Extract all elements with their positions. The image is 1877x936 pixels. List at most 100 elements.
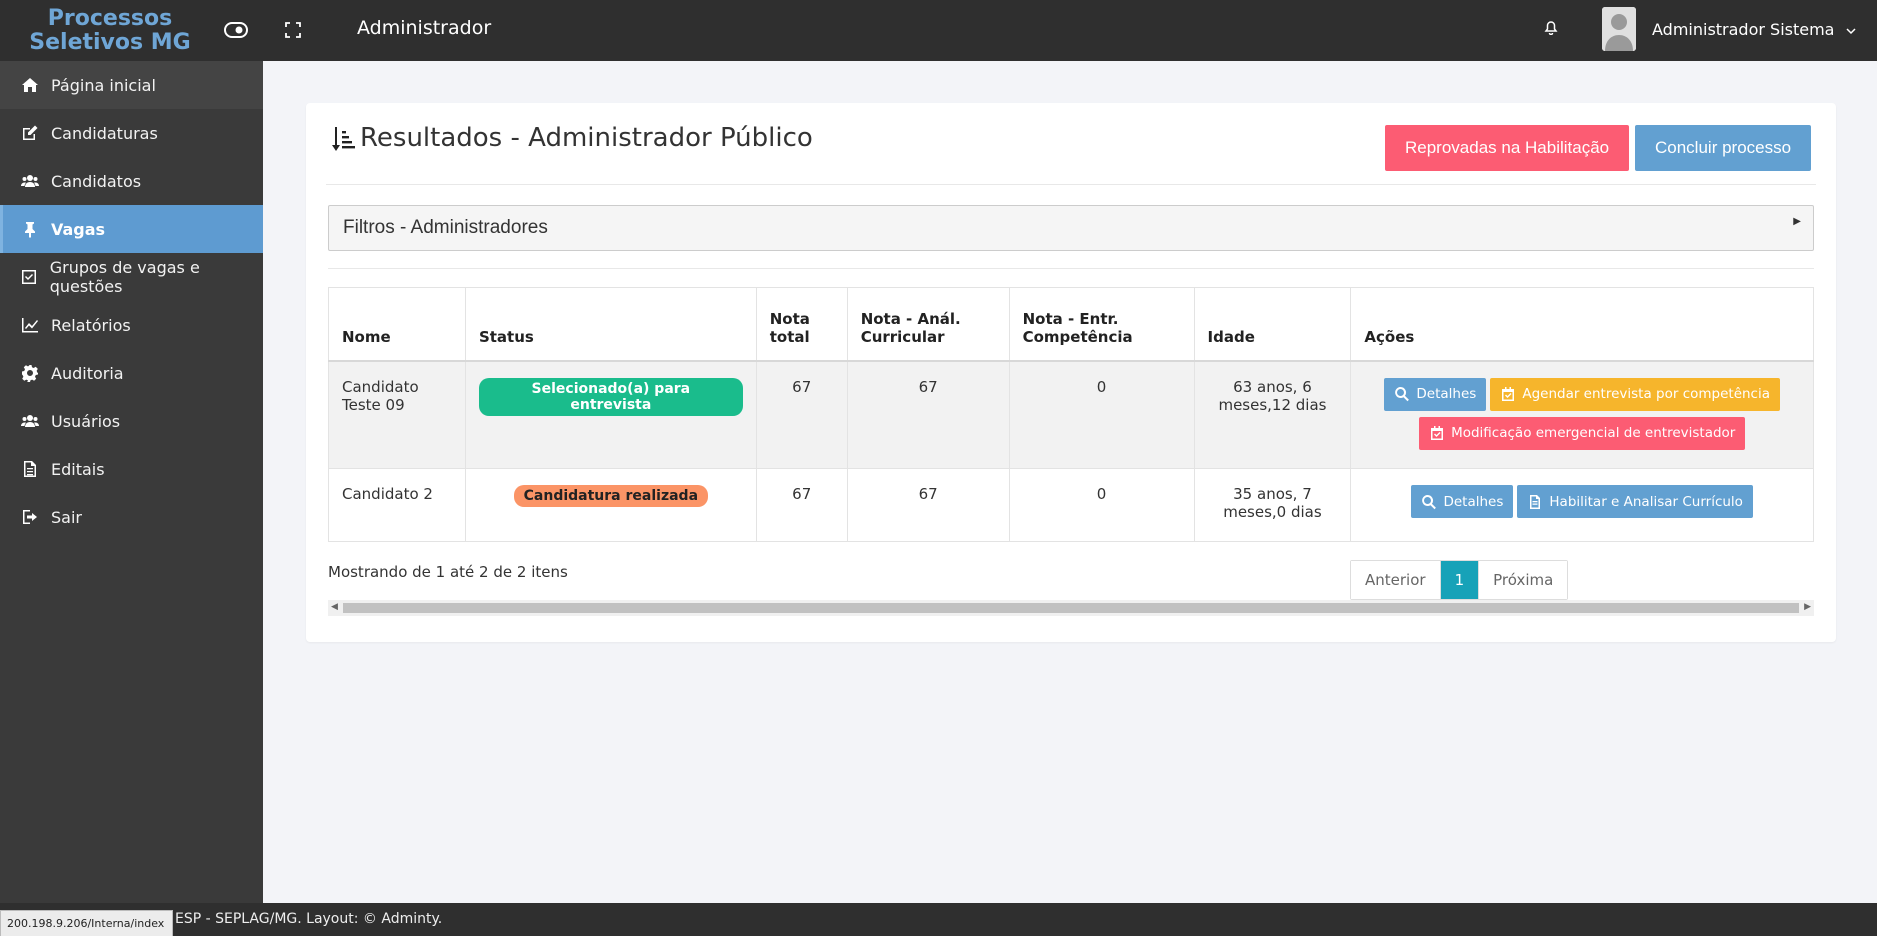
- status-bar-url: 200.198.9.206/Interna/index: [0, 910, 174, 936]
- sidebar-item-label: Usuários: [51, 411, 121, 431]
- sidebar-item-label: Candidatos: [51, 171, 142, 191]
- col-header-nome[interactable]: Nome: [328, 287, 466, 362]
- document-icon: [20, 459, 40, 479]
- cell-nota-anal: 67: [846, 468, 1010, 542]
- cell-idade: 63 anos, 6 meses,12 dias: [1193, 360, 1352, 469]
- cell-acoes: Detalhes Habilitar e Analisar Currículo: [1350, 468, 1814, 542]
- pagination-prev[interactable]: Anterior: [1351, 561, 1441, 599]
- sidebar-item-label: Relatórios: [51, 315, 131, 335]
- divider: [328, 268, 1814, 269]
- filter-panel-toggle[interactable]: Filtros - Administradores ▶: [328, 205, 1814, 251]
- status-badge: Candidatura realizada: [513, 485, 709, 507]
- habilitar-analisar-curriculo-button[interactable]: Habilitar e Analisar Currículo: [1517, 485, 1753, 518]
- pagination-info: Mostrando de 1 até 2 de 2 itens: [328, 563, 568, 581]
- sidebar-item-candidatos[interactable]: Candidatos: [0, 157, 263, 205]
- cell-nome: Candidato Teste 09: [328, 360, 466, 469]
- scrollbar-thumb[interactable]: [343, 603, 1799, 613]
- sidebar-item-label: Editais: [51, 459, 105, 479]
- document-icon: [1530, 494, 1541, 509]
- table-row: Candidato 2 Candidatura realizada 67 67 …: [328, 468, 1814, 542]
- sidebar-item-label: Grupos de vagas e questões: [49, 258, 200, 296]
- col-header-nota-anal-curricular[interactable]: Nota - Anál. Curricular: [846, 287, 1010, 362]
- reprovadas-habilitacao-button[interactable]: Reprovadas na Habilitação: [1385, 125, 1630, 171]
- user-name: Administrador Sistema: [1652, 19, 1835, 39]
- sign-out-icon: [20, 507, 40, 527]
- col-header-nota-entr-competencia[interactable]: Nota - Entr. Competência: [1008, 287, 1195, 362]
- sidebar-item-label: Candidaturas: [51, 123, 158, 143]
- filter-panel-label: Filtros - Administradores: [343, 217, 548, 238]
- app-logo[interactable]: Processos Seletivos MG: [0, 0, 220, 61]
- detalhes-button[interactable]: Detalhes: [1384, 377, 1487, 411]
- results-table: Nome Status Nota total Nota - Anál. Curric…: [328, 287, 1814, 542]
- sort-amount-icon: [330, 125, 356, 157]
- sidebar-item-candidaturas[interactable]: Candidaturas: [0, 109, 263, 157]
- logo-line-1: Processos: [47, 5, 173, 31]
- cell-nota-entr: 0: [1008, 468, 1195, 542]
- col-header-nota-total[interactable]: Nota total: [755, 287, 848, 362]
- cell-acoes: Detalhes Agendar entrevista por competên…: [1350, 360, 1814, 469]
- sidebar-item-vagas[interactable]: Vagas: [0, 205, 263, 253]
- chart-icon: [20, 315, 40, 335]
- gear-icon: [20, 363, 40, 383]
- col-header-status[interactable]: Status: [464, 287, 757, 362]
- col-header-idade[interactable]: Idade: [1193, 287, 1352, 362]
- calendar-check-icon: [1502, 387, 1515, 401]
- cell-nota-entr: 0: [1008, 360, 1195, 469]
- sidebar-item-label: Auditoria: [51, 363, 124, 383]
- scroll-right-icon[interactable]: ▶: [1804, 602, 1811, 612]
- agendar-entrevista-button[interactable]: Agendar entrevista por competência: [1490, 377, 1781, 411]
- section-title: Administrador: [357, 17, 492, 39]
- home-icon: [20, 75, 40, 95]
- page-title: Resultados - Administrador Público: [360, 123, 813, 153]
- scroll-left-icon[interactable]: ◀: [331, 602, 338, 612]
- col-header-acoes: Ações: [1350, 287, 1814, 362]
- detalhes-button[interactable]: Detalhes: [1411, 485, 1514, 518]
- table-header-row: Nome Status Nota total Nota - Anál. Curric…: [328, 287, 1814, 362]
- cell-status: Selecionado(a) para entrevista: [464, 360, 757, 469]
- sidebar-item-label: Página inicial: [51, 75, 156, 95]
- sidebar-item-pagina-inicial[interactable]: Página inicial: [0, 61, 263, 109]
- users-icon: [20, 411, 40, 431]
- toggle-sidebar-icon[interactable]: [224, 18, 248, 42]
- sidebar-item-usuarios[interactable]: Usuários: [0, 397, 263, 445]
- sidebar-item-auditoria[interactable]: Auditoria: [0, 349, 263, 397]
- cell-idade: 35 anos, 7 meses,0 dias: [1193, 468, 1352, 542]
- modificacao-emergencial-button[interactable]: Modificação emergencial de entrevistador: [1419, 416, 1746, 450]
- bell-icon[interactable]: [1539, 15, 1563, 39]
- sidebar-item-label: Sair: [51, 507, 82, 527]
- footer-text: ESP - SEPLAG/MG. Layout: © Adminty.: [175, 911, 443, 927]
- search-icon: [1395, 387, 1410, 402]
- sidebar-item-sair[interactable]: Sair: [0, 493, 263, 541]
- avatar: [1602, 7, 1636, 51]
- topbar: Processos Seletivos MG Administrador Admi…: [0, 0, 1877, 61]
- horizontal-scrollbar[interactable]: ◀ ▶: [328, 600, 1814, 616]
- sidebar: Página inicial Candidaturas Candidatos V…: [0, 61, 263, 903]
- pin-icon: [20, 219, 40, 239]
- sidebar-item-editais[interactable]: Editais: [0, 445, 263, 493]
- cell-nota-total: 67: [755, 468, 848, 542]
- checkbox-icon: [20, 267, 39, 287]
- footer: ESP - SEPLAG/MG. Layout: © Adminty.: [0, 903, 1877, 936]
- sidebar-item-grupos-de-vagas[interactable]: Grupos de vagas e questões: [0, 253, 263, 301]
- users-icon: [20, 171, 40, 191]
- results-card: Resultados - Administrador Público Repro…: [306, 103, 1836, 642]
- logo-line-2: Seletivos MG: [29, 29, 191, 55]
- fullscreen-icon[interactable]: [281, 18, 305, 42]
- search-icon: [1422, 494, 1437, 509]
- calendar-check-icon: [1431, 426, 1444, 440]
- concluir-processo-button[interactable]: Concluir processo: [1635, 125, 1812, 171]
- table-row: Candidato Teste 09 Selecionado(a) para en…: [328, 360, 1814, 469]
- pagination-page-1[interactable]: 1: [1440, 561, 1479, 599]
- cell-nota-total: 67: [755, 360, 848, 469]
- sidebar-item-label: Vagas: [51, 219, 106, 239]
- pagination-next[interactable]: Próxima: [1478, 561, 1568, 599]
- sidebar-item-relatorios[interactable]: Relatórios: [0, 301, 263, 349]
- user-menu[interactable]: Administrador Sistema: [1602, 7, 1857, 51]
- pagination: Anterior 1 Próxima: [1350, 560, 1569, 600]
- cell-nota-anal: 67: [846, 360, 1010, 469]
- cell-status: Candidatura realizada: [464, 468, 757, 542]
- chevron-down-icon[interactable]: [1846, 20, 1857, 39]
- edit-icon: [20, 123, 40, 143]
- caret-right-icon: ▶: [1793, 216, 1801, 227]
- status-badge: Selecionado(a) para entrevista: [478, 377, 743, 416]
